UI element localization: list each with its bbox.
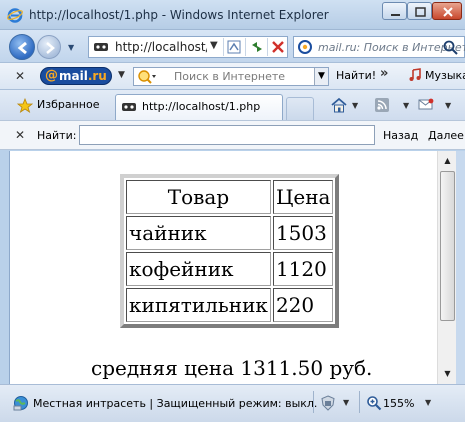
- security-zone-text: Местная интрасеть | Защищенный режим: вы…: [33, 397, 318, 410]
- web-search-field[interactable]: mail.ru: Поиск в Интернете: [293, 36, 465, 58]
- vertical-scrollbar[interactable]: ▲ ▼: [437, 151, 456, 384]
- price-cell: 1120: [272, 252, 334, 286]
- scroll-down-button[interactable]: ▼: [440, 366, 455, 382]
- zoom-icon[interactable]: [366, 395, 382, 411]
- maximize-icon: [415, 7, 426, 17]
- toolbar-search-dropdown[interactable]: ▼: [314, 68, 328, 85]
- new-tab-button[interactable]: [286, 97, 314, 120]
- find-label: Найти:: [37, 129, 77, 142]
- recent-pages-dropdown[interactable]: ▼: [68, 43, 74, 52]
- home-icon[interactable]: [330, 97, 348, 113]
- page-content: Товар Цена чайник 1503 кофейник 1120 кип…: [9, 151, 437, 384]
- internet-explorer-icon: [7, 8, 23, 23]
- logo-dropdown-icon[interactable]: ▼: [118, 70, 125, 80]
- page-icon: [94, 43, 108, 51]
- address-field[interactable]: http://localhost/1.php ▼: [88, 36, 288, 58]
- mail-dropdown-icon[interactable]: ▼: [445, 101, 451, 110]
- music-button[interactable]: Музыка: [425, 69, 465, 82]
- url-text[interactable]: http://localhost/1.php: [115, 40, 207, 54]
- find-button[interactable]: Найти!: [336, 69, 376, 82]
- forward-arrow-icon: [46, 42, 55, 54]
- title-bar: http://localhost/1.php - Windows Interne…: [0, 0, 465, 30]
- search-icon[interactable]: [442, 39, 460, 57]
- back-button[interactable]: [9, 34, 35, 60]
- column-header-product: Товар: [126, 180, 271, 214]
- favorites-star-icon: [17, 98, 33, 113]
- tab-localhost[interactable]: http://localhost/1.php: [115, 94, 283, 120]
- product-cell: чайник: [126, 216, 271, 250]
- toolbar-search-field[interactable]: Поиск в Интернете ▼: [133, 67, 329, 86]
- find-input[interactable]: [79, 125, 375, 145]
- mail-icon[interactable]: [417, 97, 435, 113]
- intranet-zone-icon: [13, 396, 28, 411]
- mailru-toolbar: ✕ @ mail.ru ▼ Поиск в Интернете ▼ Найти!…: [0, 62, 465, 90]
- maximize-button[interactable]: [407, 2, 432, 20]
- favorites-button[interactable]: Избранное: [37, 98, 99, 111]
- status-divider: [359, 391, 360, 413]
- column-header-price: Цена: [272, 180, 334, 214]
- mailru-logo-text: mail.ru: [59, 69, 107, 83]
- minimize-button[interactable]: [382, 2, 407, 20]
- feeds-dropdown-icon[interactable]: ▼: [403, 101, 409, 110]
- zoom-dropdown[interactable]: ▼: [425, 398, 431, 407]
- scroll-thumb[interactable]: [440, 171, 455, 321]
- find-previous-button[interactable]: Назад: [383, 129, 418, 142]
- compatibility-view-button[interactable]: [223, 38, 245, 56]
- refresh-button[interactable]: [245, 38, 267, 56]
- feeds-icon[interactable]: [374, 97, 390, 113]
- price-cell: 1503: [272, 216, 334, 250]
- home-dropdown-icon[interactable]: ▼: [352, 101, 358, 110]
- find-next-button[interactable]: Далее: [428, 129, 464, 142]
- table-header-row: Товар Цена: [126, 180, 334, 214]
- zoom-level[interactable]: 155%: [383, 397, 414, 410]
- minimize-icon: [391, 14, 400, 16]
- url-dropdown-icon[interactable]: ▼: [210, 40, 218, 51]
- product-cell: кипятильник: [126, 288, 271, 322]
- close-icon: [443, 7, 453, 17]
- search-engine-icon: [138, 70, 156, 84]
- table-row: кипятильник 220: [126, 288, 334, 322]
- status-divider: [313, 391, 314, 413]
- stop-icon: [272, 41, 284, 53]
- scroll-up-button[interactable]: ▲: [440, 153, 455, 169]
- close-find-bar-button[interactable]: ✕: [15, 128, 25, 142]
- compatibility-view-icon: [227, 40, 241, 54]
- forward-button[interactable]: [37, 35, 61, 59]
- address-toolbar: ▼ http://localhost/1.php ▼ mail.ru: Поис…: [0, 30, 465, 62]
- close-window-button[interactable]: [432, 2, 462, 20]
- back-arrow-icon: [17, 41, 27, 55]
- table-row: чайник 1503: [126, 216, 334, 250]
- window-frame: [456, 151, 465, 384]
- average-price-text: средняя цена 1311.50 руб.: [91, 356, 373, 380]
- table-row: кофейник 1120: [126, 252, 334, 286]
- protected-mode-icon[interactable]: [320, 395, 336, 411]
- close-toolbar-button[interactable]: ✕: [15, 69, 25, 83]
- mailru-search-icon: [298, 40, 312, 54]
- toolbar-search-placeholder: Поиск в Интернете: [174, 70, 286, 83]
- price-table: Товар Цена чайник 1503 кофейник 1120 кип…: [120, 174, 340, 328]
- window-title: http://localhost/1.php - Windows Interne…: [29, 8, 329, 22]
- price-cell: 220: [272, 288, 334, 322]
- music-icon: [409, 68, 421, 81]
- favorites-bar: Избранное http://localhost/1.php ▼ ▼ ▼: [0, 90, 465, 120]
- protected-mode-dropdown[interactable]: ▼: [343, 398, 349, 407]
- mailru-logo-at: @: [45, 68, 58, 83]
- status-bar: Местная интрасеть | Защищенный режим: вы…: [0, 384, 465, 422]
- toolbar-overflow-button[interactable]: »: [380, 66, 388, 81]
- mailru-logo-button[interactable]: @ mail.ru: [40, 67, 112, 85]
- product-cell: кофейник: [126, 252, 271, 286]
- tab-title: http://localhost/1.php: [142, 100, 261, 113]
- stop-button[interactable]: [267, 38, 289, 56]
- find-bar: ✕ Найти: Назад Далее: [0, 120, 465, 150]
- refresh-icon: [252, 42, 262, 52]
- tab-page-icon: [122, 103, 136, 111]
